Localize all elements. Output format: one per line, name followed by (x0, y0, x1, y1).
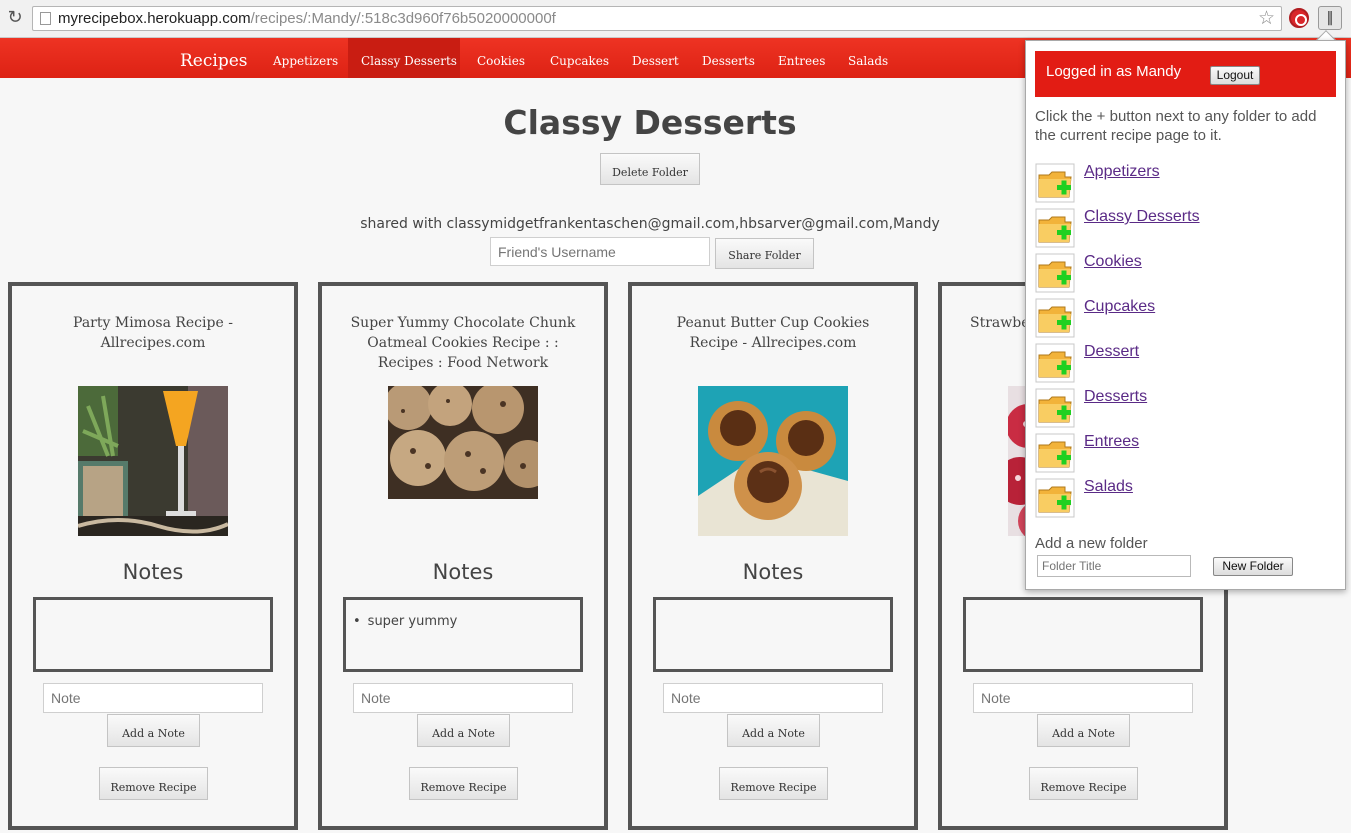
popup-folder-cookies: Cookies (1035, 253, 1325, 297)
popup-folder-link[interactable]: Appetizers (1084, 163, 1160, 181)
add-to-folder-icon[interactable] (1035, 208, 1075, 248)
recipebox-extension-icon[interactable]: ‖ (1318, 6, 1342, 30)
notes-heading: Notes (122, 560, 184, 584)
add-to-folder-icon[interactable] (1035, 163, 1075, 203)
cookies-photo[interactable] (388, 386, 538, 499)
notes-heading: Notes (432, 560, 494, 584)
popup-folder-appetizers: Appetizers (1035, 163, 1325, 207)
recipe-title[interactable]: Strawbe (970, 313, 1030, 333)
extension-popup: Logged in as Mandy Logout Click the + bu… (1025, 40, 1346, 590)
popup-folder-classy-desserts: Classy Desserts (1035, 208, 1325, 252)
mimosa-photo[interactable] (78, 386, 228, 536)
add-to-folder-icon[interactable] (1035, 388, 1075, 428)
address-bar[interactable]: myrecipebox.herokuapp.com/recipes/:Mandy… (32, 6, 1282, 31)
popup-folder-entrees: Entrees (1035, 433, 1325, 477)
recipe-title[interactable]: Party Mimosa Recipe - Allrecipes.com (32, 313, 274, 353)
popup-folder-salads: Salads (1035, 478, 1325, 522)
note-item: super yummy (353, 614, 458, 629)
share-folder-button[interactable]: Share Folder (715, 238, 814, 269)
nav-item-cookies[interactable]: Cookies (477, 54, 525, 68)
popup-folder-link[interactable]: Entrees (1084, 433, 1139, 451)
reload-icon[interactable]: ↻ (5, 8, 25, 28)
recipe-card: Party Mimosa Recipe - Allrecipes.com Not… (8, 282, 298, 830)
note-input[interactable] (973, 683, 1193, 713)
new-folder-button[interactable]: New Folder (1213, 557, 1293, 576)
note-input[interactable] (43, 683, 263, 713)
popup-folder-link[interactable]: Dessert (1084, 343, 1139, 361)
add-note-button[interactable]: Add a Note (417, 714, 510, 747)
friend-username-input[interactable] (490, 237, 710, 266)
popup-folder-link[interactable]: Salads (1084, 478, 1133, 496)
popup-folder-link[interactable]: Cupcakes (1084, 298, 1155, 316)
popup-instructions: Click the + button next to any folder to… (1035, 108, 1317, 144)
logged-in-text: Logged in as Mandy (1046, 63, 1182, 80)
recipe-card: Super Yummy Chocolate Chunk Oatmeal Cook… (318, 282, 608, 830)
add-note-button[interactable]: Add a Note (727, 714, 820, 747)
nav-brand[interactable]: Recipes (180, 51, 248, 71)
bookmark-star-icon[interactable]: ☆ (1258, 7, 1275, 29)
popup-folder-dessert: Dessert (1035, 343, 1325, 387)
pb-cups-photo[interactable] (698, 386, 848, 536)
recipe-title[interactable]: Super Yummy Chocolate Chunk Oatmeal Cook… (342, 313, 584, 373)
notes-list (33, 597, 273, 672)
add-to-folder-icon[interactable] (1035, 298, 1075, 338)
add-note-button[interactable]: Add a Note (1037, 714, 1130, 747)
notes-list: super yummy (343, 597, 583, 672)
url-path: /recipes/:Mandy/:518c3d960f76b5020000000… (250, 10, 556, 27)
page-icon (40, 12, 51, 25)
notes-list (653, 597, 893, 672)
add-folder-label: Add a new folder (1035, 535, 1148, 552)
nav-item-salads[interactable]: Salads (848, 54, 888, 68)
nav-item-dessert[interactable]: Dessert (632, 54, 679, 68)
note-input[interactable] (663, 683, 883, 713)
notes-heading: Notes (742, 560, 804, 584)
nav-item-entrees[interactable]: Entrees (778, 54, 825, 68)
add-to-folder-icon[interactable] (1035, 433, 1075, 473)
add-to-folder-icon[interactable] (1035, 253, 1075, 293)
remove-recipe-button[interactable]: Remove Recipe (719, 767, 828, 800)
popup-header: Logged in as Mandy Logout (1035, 51, 1336, 97)
recipe-title[interactable]: Peanut Butter Cup Cookies Recipe - Allre… (652, 313, 894, 353)
recipe-card: Peanut Butter Cup Cookies Recipe - Allre… (628, 282, 918, 830)
adblock-extension-icon[interactable] (1289, 8, 1309, 28)
popup-folder-cupcakes: Cupcakes (1035, 298, 1325, 342)
nav-item-classy-desserts[interactable]: Classy Desserts (361, 54, 457, 68)
add-to-folder-icon[interactable] (1035, 478, 1075, 518)
url-text: myrecipebox.herokuapp.com/recipes/:Mandy… (58, 10, 556, 27)
popup-folder-link[interactable]: Desserts (1084, 388, 1147, 406)
remove-recipe-button[interactable]: Remove Recipe (409, 767, 518, 800)
popup-folder-desserts: Desserts (1035, 388, 1325, 432)
notes-list (963, 597, 1203, 672)
note-input[interactable] (353, 683, 573, 713)
add-note-button[interactable]: Add a Note (107, 714, 200, 747)
folder-title-input[interactable] (1037, 555, 1191, 577)
remove-recipe-button[interactable]: Remove Recipe (99, 767, 208, 800)
popup-folder-link[interactable]: Classy Desserts (1084, 208, 1200, 226)
url-host: myrecipebox.herokuapp.com (58, 10, 251, 27)
popup-folder-link[interactable]: Cookies (1084, 253, 1142, 271)
remove-recipe-button[interactable]: Remove Recipe (1029, 767, 1138, 800)
delete-folder-button[interactable]: Delete Folder (600, 153, 700, 185)
add-to-folder-icon[interactable] (1035, 343, 1075, 383)
logout-button[interactable]: Logout (1210, 66, 1260, 85)
nav-item-desserts[interactable]: Desserts (702, 54, 755, 68)
nav-item-appetizers[interactable]: Appetizers (273, 54, 338, 68)
nav-item-cupcakes[interactable]: Cupcakes (550, 54, 609, 68)
browser-toolbar: ↻ myrecipebox.herokuapp.com/recipes/:Man… (0, 0, 1351, 38)
